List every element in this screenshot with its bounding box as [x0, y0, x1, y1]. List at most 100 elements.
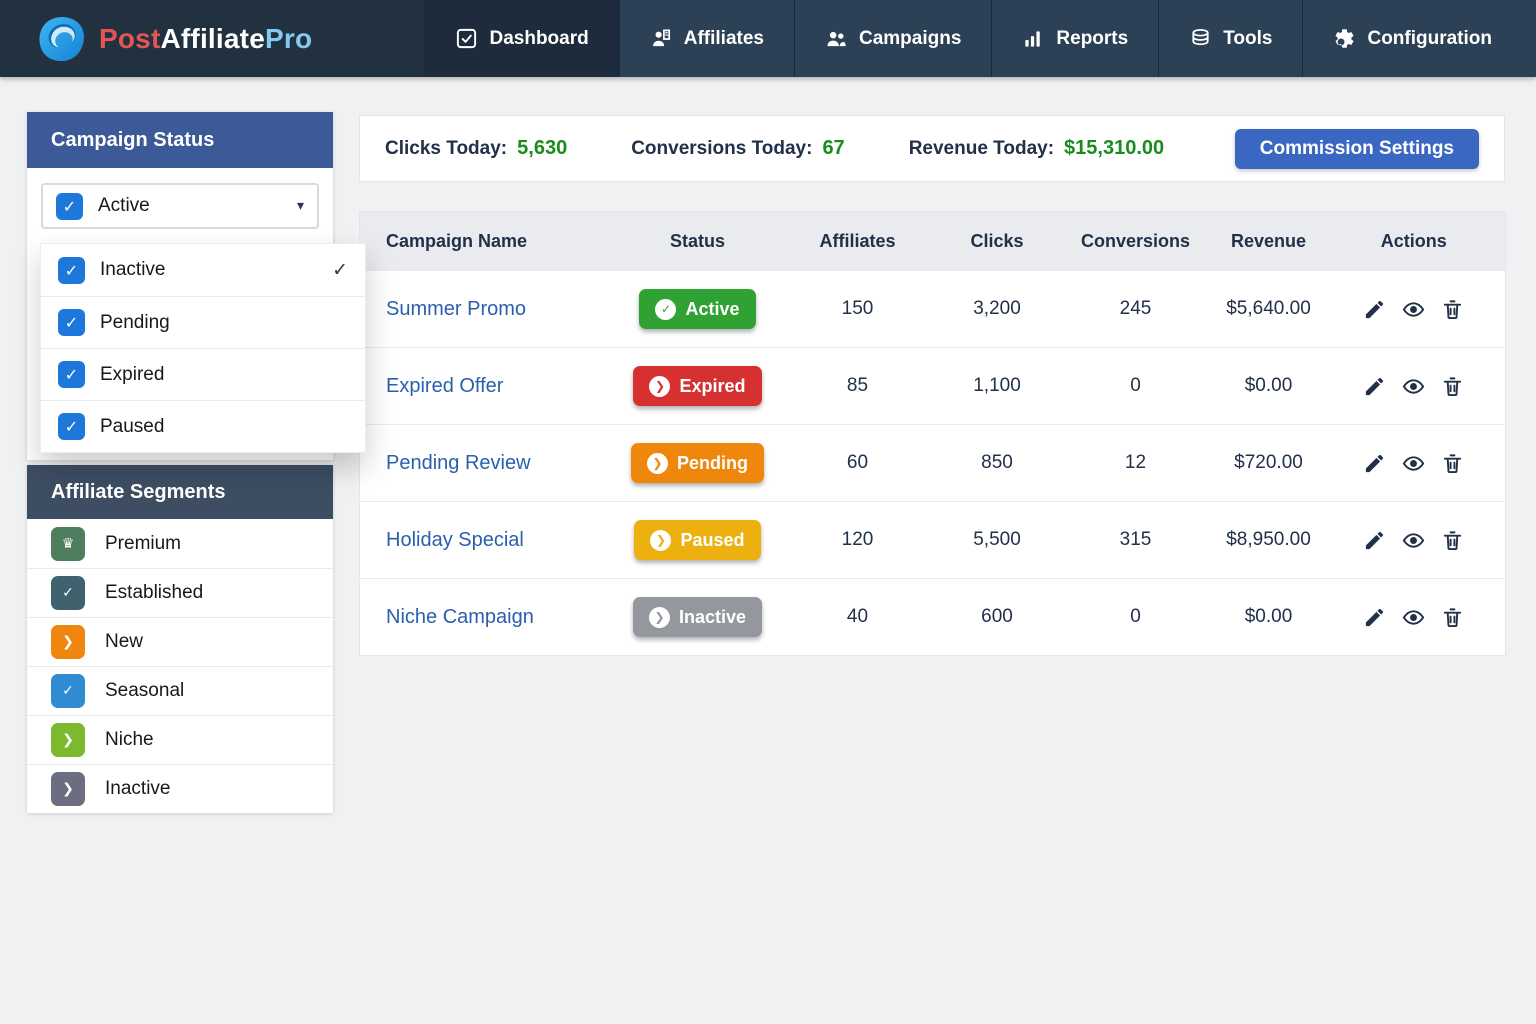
checkbox-checked-icon[interactable]: ✓: [58, 257, 85, 284]
status-option-pending[interactable]: ✓ Pending: [41, 296, 365, 348]
status-badge: ❯Paused: [634, 520, 760, 560]
nav-item-dashboard[interactable]: Dashboard: [424, 0, 618, 77]
status-badge-label: Expired: [679, 376, 745, 397]
status-option-paused[interactable]: ✓ Paused: [41, 400, 365, 452]
stat-label: Conversions Today:: [631, 138, 812, 160]
delete-icon[interactable]: [1441, 606, 1464, 629]
col-header-status: Status: [618, 212, 778, 271]
row-actions: [1323, 375, 1506, 398]
row-actions: [1323, 298, 1506, 321]
campaign-name-link[interactable]: Holiday Special: [386, 529, 524, 551]
segment-item-new[interactable]: ❯ New: [27, 617, 333, 666]
col-header-affiliates: Affiliates: [778, 212, 938, 271]
table-row: Holiday Special ❯Paused 120 5,500 315 $8…: [360, 502, 1506, 579]
nav-item-campaigns[interactable]: Campaigns: [794, 0, 991, 77]
segment-item-premium[interactable]: ♛ Premium: [27, 519, 333, 568]
conversions-cell: 315: [1057, 502, 1215, 579]
checkbox-checked-icon[interactable]: ✓: [56, 193, 83, 220]
table-header: Campaign Name Status Affiliates Clicks C…: [360, 212, 1506, 271]
campaign-name-link[interactable]: Pending Review: [386, 452, 531, 474]
nav-item-label: Tools: [1223, 28, 1272, 50]
view-icon[interactable]: [1402, 375, 1425, 398]
new-segment-icon: ❯: [51, 625, 85, 659]
status-option-label: Inactive: [100, 259, 165, 281]
affiliates-cell: 120: [778, 502, 938, 579]
campaign-name-link[interactable]: Niche Campaign: [386, 606, 534, 628]
nav-item-tools[interactable]: Tools: [1158, 0, 1302, 77]
affiliates-cell: 40: [778, 579, 938, 656]
row-actions: [1323, 606, 1506, 629]
view-icon[interactable]: [1402, 606, 1425, 629]
row-actions: [1323, 529, 1506, 552]
brand-logo-icon: [38, 15, 86, 63]
edit-icon[interactable]: [1363, 452, 1386, 475]
col-header-campaign-name: Campaign Name: [360, 212, 618, 271]
col-header-actions: Actions: [1323, 212, 1506, 271]
status-badge-icon: ❯: [647, 453, 668, 474]
revenue-cell: $720.00: [1215, 425, 1323, 502]
affiliate-segments-title: Affiliate Segments: [27, 465, 333, 519]
delete-icon[interactable]: [1441, 375, 1464, 398]
brand: PostAffiliatePro: [0, 0, 312, 77]
campaign-name-link[interactable]: Expired Offer: [386, 375, 503, 397]
status-option-inactive[interactable]: ✓ Inactive ✓: [41, 244, 365, 296]
brand-post: Post: [99, 23, 160, 54]
campaign-name-link[interactable]: Summer Promo: [386, 298, 526, 320]
conversions-cell: 0: [1057, 348, 1215, 425]
table-row: Summer Promo ✓Active 150 3,200 245 $5,64…: [360, 271, 1506, 348]
nav-item-reports[interactable]: Reports: [991, 0, 1158, 77]
table-row: Niche Campaign ❯Inactive 40 600 0 $0.00: [360, 579, 1506, 656]
view-icon[interactable]: [1402, 452, 1425, 475]
nav-item-label: Campaigns: [859, 28, 961, 50]
nav-item-affiliates[interactable]: Affiliates: [619, 0, 794, 77]
segment-label: Niche: [105, 729, 154, 751]
sidebar: Campaign Status ✓ Active ▾ ✓ Inactive ✓ …: [27, 112, 333, 813]
checkbox-checked-icon[interactable]: ✓: [58, 413, 85, 440]
col-header-conversions: Conversions: [1057, 212, 1215, 271]
configuration-icon: [1333, 27, 1356, 50]
edit-icon[interactable]: [1363, 606, 1386, 629]
view-icon[interactable]: [1402, 298, 1425, 321]
affiliate-segments-panel: Affiliate Segments ♛ Premium ✓ Establish…: [27, 465, 333, 813]
segment-item-niche[interactable]: ❯ Niche: [27, 715, 333, 764]
stat-label: Revenue Today:: [909, 138, 1054, 160]
segment-item-inactive[interactable]: ❯ Inactive: [27, 764, 333, 813]
edit-icon[interactable]: [1363, 375, 1386, 398]
edit-icon[interactable]: [1363, 298, 1386, 321]
segment-item-seasonal[interactable]: ✓ Seasonal: [27, 666, 333, 715]
status-badge-label: Paused: [680, 530, 744, 551]
delete-icon[interactable]: [1441, 298, 1464, 321]
status-badge: ❯Expired: [633, 366, 761, 406]
clicks-cell: 5,500: [938, 502, 1057, 579]
segment-item-established[interactable]: ✓ Established: [27, 568, 333, 617]
view-icon[interactable]: [1402, 529, 1425, 552]
checkbox-checked-icon[interactable]: ✓: [58, 309, 85, 336]
nav-item-label: Affiliates: [684, 28, 764, 50]
clicks-cell: 1,100: [938, 348, 1057, 425]
checkbox-checked-icon[interactable]: ✓: [58, 361, 85, 388]
delete-icon[interactable]: [1441, 452, 1464, 475]
table-row: Pending Review ❯Pending 60 850 12 $720.0…: [360, 425, 1506, 502]
col-header-revenue: Revenue: [1215, 212, 1323, 271]
status-badge-icon: ❯: [649, 607, 670, 628]
nav-item-label: Configuration: [1367, 28, 1492, 50]
main-content: Clicks Today: 5,630 Conversions Today: 6…: [359, 115, 1505, 656]
revenue-cell: $0.00: [1215, 579, 1323, 656]
edit-icon[interactable]: [1363, 529, 1386, 552]
status-option-expired[interactable]: ✓ Expired: [41, 348, 365, 400]
delete-icon[interactable]: [1441, 529, 1464, 552]
campaign-status-title: Campaign Status: [27, 112, 333, 168]
stat-revenue-today: Revenue Today: $15,310.00: [909, 137, 1164, 160]
clicks-cell: 3,200: [938, 271, 1057, 348]
conversions-cell: 0: [1057, 579, 1215, 656]
row-actions: [1323, 452, 1506, 475]
commission-settings-button[interactable]: Commission Settings: [1235, 129, 1479, 169]
nav-item-label: Dashboard: [489, 28, 588, 50]
campaigns-icon: [825, 27, 848, 50]
nav-item-configuration[interactable]: Configuration: [1302, 0, 1536, 77]
reports-icon: [1022, 27, 1045, 50]
brand-pro: Pro: [265, 23, 312, 54]
status-filter-select[interactable]: ✓ Active ▾: [41, 183, 319, 229]
status-badge: ✓Active: [639, 289, 755, 329]
status-badge-label: Active: [685, 299, 739, 320]
